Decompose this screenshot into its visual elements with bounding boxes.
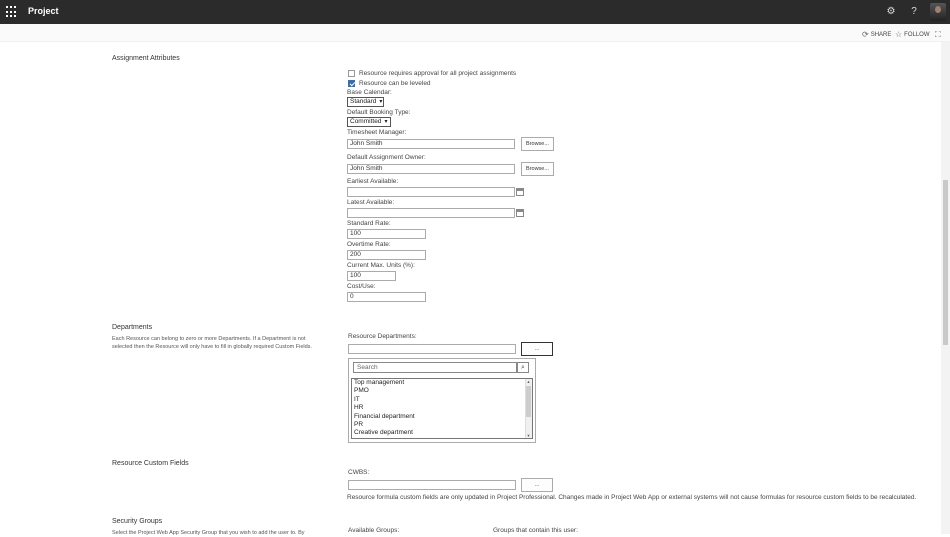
app-launcher-icon[interactable] (6, 6, 18, 18)
list-item[interactable]: Financial department (352, 413, 532, 421)
list-item[interactable]: IT (352, 396, 532, 404)
avatar[interactable] (930, 3, 946, 21)
assignment-attributes-title: Assignment Attributes (112, 55, 180, 62)
leveled-label: Resource can be leveled (359, 80, 431, 87)
calendar-icon[interactable] (516, 188, 524, 196)
booking-type-value: Committed (350, 118, 382, 125)
security-groups-title: Security Groups (112, 518, 163, 525)
cwbs-picker-button[interactable]: ... (521, 478, 553, 492)
list-item[interactable]: PMO (352, 387, 532, 395)
scroll-down-icon[interactable]: ▼ (526, 433, 531, 438)
focus-icon: ⛶ (935, 30, 941, 39)
earliest-available-label: Earliest Available: (347, 178, 399, 185)
approval-checkbox[interactable] (348, 70, 355, 77)
base-calendar-value: Standard (350, 98, 377, 105)
max-units-label: Current Max. Units (%): (347, 262, 415, 269)
latest-available-label: Latest Available: (347, 199, 395, 206)
base-calendar-label: Base Calendar: (347, 89, 392, 96)
overtime-rate-label: Overtime Rate: (347, 241, 391, 248)
leveled-checkbox[interactable] (348, 80, 355, 87)
list-item[interactable]: PR (352, 421, 532, 429)
assignment-owner-label: Default Assignment Owner: (347, 154, 426, 161)
assignment-owner-browse-button[interactable]: Browse... (521, 162, 554, 176)
share-label: SHARE (870, 31, 892, 38)
custom-fields-note: Resource formula custom fields are only … (347, 494, 917, 501)
page-scrollbar-thumb[interactable] (943, 180, 948, 345)
standard-rate-field[interactable]: 100 (347, 229, 426, 239)
timesheet-manager-browse-button[interactable]: Browse... (521, 137, 554, 151)
assignment-owner-field[interactable]: John Smith (347, 164, 515, 174)
booking-type-select[interactable]: Committed ▾ (347, 117, 391, 127)
approval-label: Resource requires approval for all proje… (359, 70, 517, 77)
max-units-field[interactable]: 100 (347, 271, 396, 281)
help-icon[interactable]: ? (907, 5, 921, 19)
chevron-down-icon: ▾ (379, 99, 383, 105)
resource-departments-label: Resource Departments: (348, 333, 417, 340)
list-item[interactable]: Top management (352, 379, 532, 387)
suite-bar: Project ⚙ ? (0, 0, 950, 24)
departments-picker-button[interactable]: ... (521, 342, 553, 356)
listbox-scrollbar-thumb[interactable] (526, 386, 531, 417)
departments-search-input[interactable]: Search (353, 362, 517, 373)
share-button[interactable]: ⟳ SHARE (862, 30, 891, 39)
overtime-rate-field[interactable]: 200 (347, 250, 426, 260)
cost-use-label: Cost/Use: (347, 283, 376, 290)
latest-available-field[interactable] (347, 208, 515, 218)
leveled-checkbox-row[interactable]: Resource can be leveled (348, 80, 431, 87)
search-icon[interactable]: ⌕ (517, 362, 529, 373)
timesheet-manager-label: Timesheet Manager: (347, 129, 407, 136)
calendar-icon[interactable] (516, 209, 524, 217)
booking-type-label: Default Booking Type: (347, 109, 411, 116)
star-icon: ☆ (895, 30, 903, 39)
earliest-available-field[interactable] (347, 187, 515, 197)
departments-listbox[interactable]: Top management PMO IT HR Financial depar… (351, 378, 533, 439)
share-icon: ⟳ (862, 30, 869, 39)
approval-checkbox-row[interactable]: Resource requires approval for all proje… (348, 70, 516, 77)
departments-description: Each Resource can belong to zero or more… (112, 336, 312, 350)
cost-use-field[interactable]: 0 (347, 292, 426, 302)
app-title[interactable]: Project (28, 6, 59, 16)
custom-fields-title: Resource Custom Fields (112, 460, 189, 467)
user-groups-label: Groups that contain this user: (493, 527, 578, 534)
departments-title: Departments (112, 324, 153, 331)
list-item[interactable]: HR (352, 404, 532, 412)
follow-label: FOLLOW (904, 31, 930, 38)
cwbs-label: CWBS: (348, 469, 370, 476)
scroll-up-icon[interactable]: ▲ (526, 379, 531, 384)
focus-content-button[interactable]: ⛶ (935, 30, 941, 40)
list-item[interactable]: Creative department (352, 429, 532, 437)
timesheet-manager-field[interactable]: John Smith (347, 139, 515, 149)
gear-icon[interactable]: ⚙ (884, 5, 898, 19)
standard-rate-label: Standard Rate: (347, 220, 391, 227)
page-action-bar (0, 24, 950, 42)
available-groups-label: Available Groups: (348, 527, 400, 534)
cwbs-field[interactable] (348, 480, 516, 490)
security-groups-description: Select the Project Web App Security Grou… (112, 530, 305, 536)
resource-departments-field[interactable] (348, 344, 516, 354)
chevron-down-icon: ▾ (384, 119, 388, 125)
base-calendar-select[interactable]: Standard ▾ (347, 97, 384, 107)
follow-button[interactable]: ☆ FOLLOW (895, 30, 930, 39)
